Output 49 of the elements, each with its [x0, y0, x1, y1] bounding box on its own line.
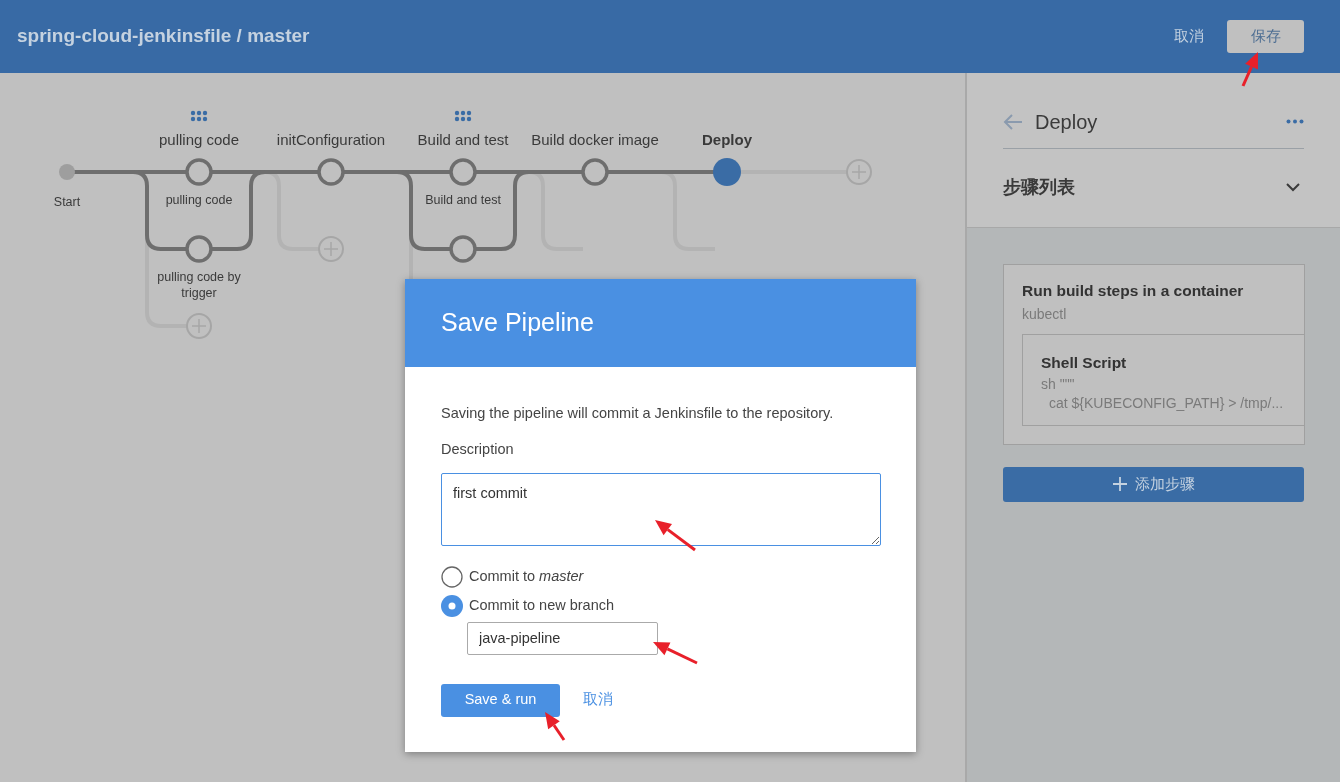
step-card[interactable]: Run build steps in a container kubectl Shell Script sh """ cat ${KUBECONFIG_PATH} > /tmp/... — [1003, 264, 1305, 445]
chevron-icon[interactable] — [1286, 182, 1300, 192]
more-icon[interactable] — [1286, 119, 1304, 124]
radio-unchecked-icon — [441, 565, 463, 588]
panel-title: Deploy — [1035, 109, 1098, 135]
script-line: sh """ — [1041, 374, 1076, 394]
stage-node[interactable] — [185, 158, 213, 186]
radio-option[interactable]: Commit to new branch — [441, 594, 880, 617]
step-title: Shell Script — [1041, 353, 1128, 374]
back-arrow-icon[interactable] — [1003, 113, 1023, 130]
section-title: 步骤列表 — [1003, 175, 1075, 199]
stage-label: pulling code — [158, 130, 240, 150]
start-node — [59, 164, 75, 180]
annotation-arrow — [653, 642, 698, 665]
pipeline-title: spring-cloud-jenkinsfile / master — [17, 24, 310, 49]
annotation-arrow — [1241, 52, 1258, 87]
branch-name-field[interactable]: java-pipeline — [467, 621, 658, 655]
branch-label: Build and test — [424, 192, 502, 208]
stage-label: Build docker image — [531, 130, 659, 150]
radio-checked-icon — [441, 594, 463, 617]
parallel-dots-icon — [190, 110, 208, 122]
step-card[interactable]: Shell Script sh """ cat ${KUBECONFIG_PATH} > /tmp/... — [1022, 334, 1304, 426]
annotation-arrow — [545, 712, 566, 741]
parallel-dots-icon — [454, 110, 472, 122]
stage-label: Build and test — [417, 130, 509, 150]
description-field[interactable]: first commit — [441, 472, 881, 546]
start-label: Start — [53, 194, 81, 211]
add-step-button[interactable]: 添加步骤 — [1003, 466, 1304, 502]
stage-node[interactable] — [185, 235, 213, 263]
branch-label: pulling code — [164, 192, 234, 208]
cancel-link[interactable]: 取消 — [583, 689, 613, 711]
field-label: Description — [441, 439, 515, 459]
script-line: cat ${KUBECONFIG_PATH} > /tmp/... — [1048, 393, 1285, 413]
stage-label: Deploy — [702, 130, 752, 150]
step-detail: kubectl — [1022, 305, 1068, 325]
plus-icon — [1112, 477, 1127, 491]
radio-option[interactable]: Commit to master — [441, 565, 880, 588]
stage-label: initConfiguration — [276, 130, 386, 150]
dialog-message: Saving the pipeline will commit a Jenkinsfile to the repository. — [441, 404, 835, 423]
stage-node[interactable] — [449, 235, 477, 263]
stage-node[interactable] — [713, 158, 741, 186]
cancel-button[interactable]: 取消 — [1174, 25, 1204, 48]
dialog-title: Save Pipeline — [441, 307, 594, 339]
step-title: Run build steps in a container — [1022, 281, 1245, 301]
stage-node[interactable] — [581, 158, 609, 186]
branch-label: pulling code by trigger — [156, 269, 242, 301]
stage-node[interactable] — [449, 158, 477, 186]
stage-node[interactable] — [317, 158, 345, 186]
annotation-arrow — [655, 520, 696, 552]
